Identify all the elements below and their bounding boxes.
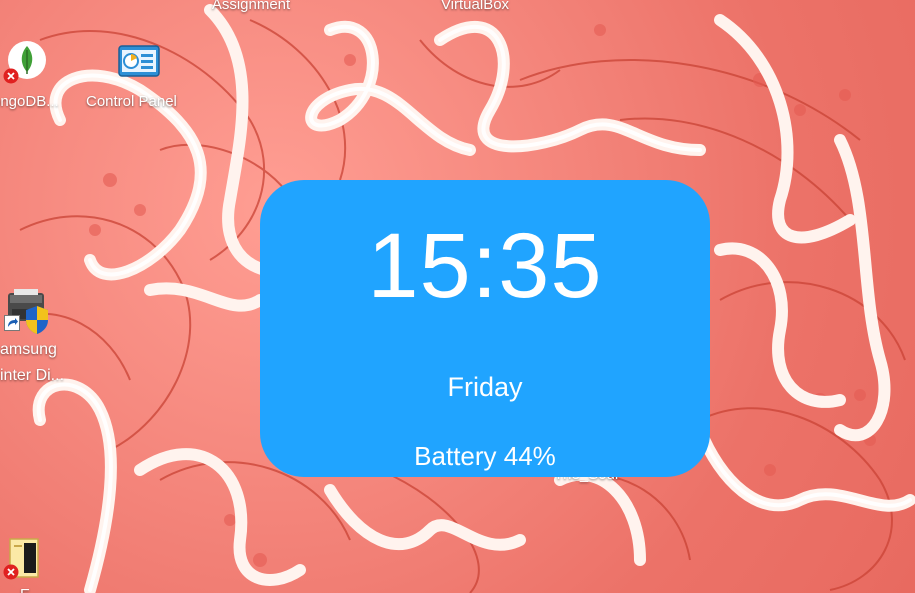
shortcut-arrow-icon xyxy=(4,315,20,331)
battery-status: Battery 44% xyxy=(414,441,556,471)
desktop-icon-control-panel[interactable]: Control Panel xyxy=(82,42,196,120)
desktop-icon-label: VirtualBox xyxy=(440,0,510,13)
desktop-icon-label: E... xyxy=(20,584,43,593)
desktop-icon-label: Control Panel xyxy=(86,93,177,110)
error-badge-icon xyxy=(3,564,19,580)
uac-shield-icon xyxy=(26,306,48,334)
desktop-icon-label: ongoDB... xyxy=(0,93,59,110)
desktop-icon-bottom-left[interactable]: E... xyxy=(0,535,80,593)
desktop-icon-samsung-printer[interactable]: amsung inter Di... xyxy=(0,285,90,385)
day-of-week: Friday xyxy=(447,372,523,402)
desktop-icon-label-line2: inter Di... xyxy=(0,367,65,384)
desktop-icon-virtualbox[interactable]: VirtualBox xyxy=(420,0,530,16)
error-badge-icon xyxy=(3,68,19,84)
desktop-icon-mongodb[interactable]: ongoDB... xyxy=(0,40,90,120)
desktop-icon-label: amsung xyxy=(0,341,57,358)
clock-time: 15:35 xyxy=(367,215,603,317)
clock-widget[interactable]: 15:35 Friday Battery 44% xyxy=(260,180,710,477)
desktop: Assignment VirtualBox ongoDB... Control … xyxy=(0,0,915,593)
desktop-icon-assignment[interactable]: Assignment xyxy=(196,0,306,16)
control-panel-icon xyxy=(118,45,160,77)
desktop-icon-label: Assignment xyxy=(211,0,291,13)
